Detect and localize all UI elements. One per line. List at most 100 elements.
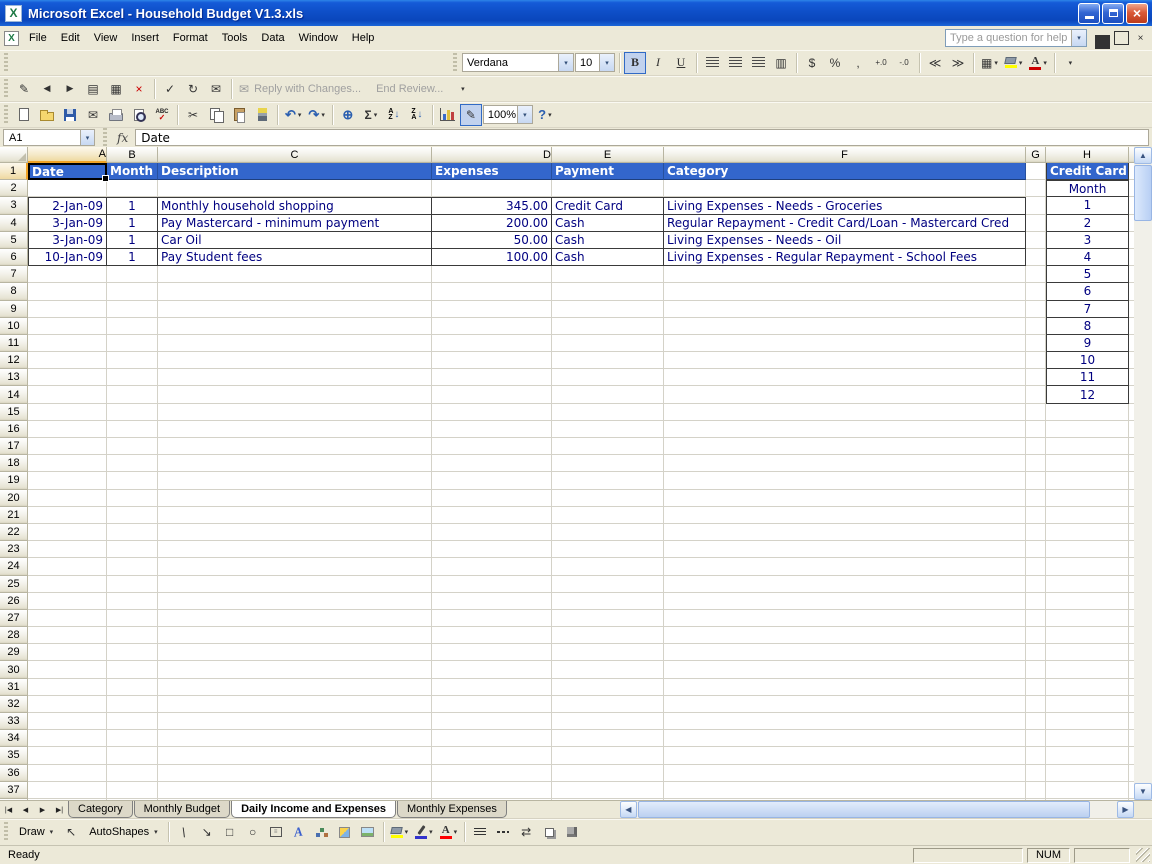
row-header-12[interactable]: 12 xyxy=(0,352,28,369)
cell-G9[interactable] xyxy=(1026,301,1046,318)
cell-D16[interactable] xyxy=(432,421,552,438)
spelling-button[interactable]: ABC✓ xyxy=(151,104,173,126)
font-size-dropdown-icon[interactable]: ▾ xyxy=(599,54,614,71)
cell-G31[interactable] xyxy=(1026,679,1046,696)
cell-D38[interactable] xyxy=(432,799,552,800)
cell-H34[interactable] xyxy=(1046,730,1129,747)
row-header-16[interactable]: 16 xyxy=(0,421,28,438)
cell-F30[interactable] xyxy=(664,661,1026,678)
drawing-toolbar-grip[interactable] xyxy=(4,822,8,842)
cell-F31[interactable] xyxy=(664,679,1026,696)
cut-button[interactable]: ✂ xyxy=(182,104,204,126)
cell-C14[interactable] xyxy=(158,386,432,403)
cell-E13[interactable] xyxy=(552,369,664,386)
cell-H11[interactable]: 9 xyxy=(1046,335,1129,352)
cell-B13[interactable] xyxy=(107,369,158,386)
new-workbook-button[interactable] xyxy=(13,104,35,126)
cell-F2[interactable] xyxy=(664,180,1026,197)
excel-app-icon[interactable]: X xyxy=(5,5,22,22)
cell-E32[interactable] xyxy=(552,696,664,713)
menu-window[interactable]: Window xyxy=(292,28,345,48)
cell-H19[interactable] xyxy=(1046,472,1129,489)
cell-H18[interactable] xyxy=(1046,455,1129,472)
cell-C20[interactable] xyxy=(158,490,432,507)
cell-E33[interactable] xyxy=(552,713,664,730)
reviewing-toolbar-options-button[interactable]: ▾ xyxy=(451,78,473,100)
workbook-close-button[interactable]: × xyxy=(1133,31,1148,45)
cell-A9[interactable] xyxy=(28,301,107,318)
end-review-button[interactable]: End Review... xyxy=(369,78,450,100)
cell-E6[interactable]: Cash xyxy=(552,249,664,266)
align-left-button[interactable] xyxy=(701,52,723,74)
workbook-icon[interactable]: X xyxy=(4,31,19,46)
cell-C3[interactable]: Monthly household shopping xyxy=(158,197,432,214)
cell-F33[interactable] xyxy=(664,713,1026,730)
cell-A23[interactable] xyxy=(28,541,107,558)
cell-C17[interactable] xyxy=(158,438,432,455)
cell-D20[interactable] xyxy=(432,490,552,507)
cell-H17[interactable] xyxy=(1046,438,1129,455)
horizontal-scroll-track[interactable] xyxy=(1091,801,1117,818)
cell-C33[interactable] xyxy=(158,713,432,730)
column-header-D[interactable]: D xyxy=(432,147,552,163)
name-box[interactable]: A1 ▾ xyxy=(3,129,95,146)
cell-D9[interactable] xyxy=(432,301,552,318)
cell-D26[interactable] xyxy=(432,593,552,610)
menu-tools[interactable]: Tools xyxy=(215,28,255,48)
font-name-dropdown-icon[interactable]: ▾ xyxy=(558,54,573,71)
cell-D37[interactable] xyxy=(432,782,552,799)
formula-input[interactable]: Date xyxy=(135,129,1149,146)
cell-G36[interactable] xyxy=(1026,765,1046,782)
row-header-37[interactable]: 37 xyxy=(0,782,28,799)
cell-E3[interactable]: Credit Card xyxy=(552,197,664,214)
cell-D19[interactable] xyxy=(432,472,552,489)
insert-function-icon[interactable]: fx xyxy=(117,131,128,145)
formatting-toolbar-grip[interactable] xyxy=(453,53,457,73)
cell-F6[interactable]: Living Expenses - Regular Repayment - Sc… xyxy=(664,249,1026,266)
cell-G37[interactable] xyxy=(1026,782,1046,799)
cell-H5[interactable]: 3 xyxy=(1046,232,1129,249)
edit-comment-button[interactable]: ✎ xyxy=(13,78,35,100)
show-comment-button[interactable]: ▤ xyxy=(82,78,104,100)
cell-E5[interactable]: Cash xyxy=(552,232,664,249)
cell-C28[interactable] xyxy=(158,627,432,644)
cell-F38[interactable] xyxy=(664,799,1026,800)
cell-G27[interactable] xyxy=(1026,610,1046,627)
cell-G32[interactable] xyxy=(1026,696,1046,713)
column-header-H[interactable]: H xyxy=(1046,147,1129,163)
send-to-mail-recipient-button[interactable]: ✉ xyxy=(205,78,227,100)
cell-H32[interactable] xyxy=(1046,696,1129,713)
cell-B14[interactable] xyxy=(107,386,158,403)
cell-B25[interactable] xyxy=(107,576,158,593)
cell-C23[interactable] xyxy=(158,541,432,558)
align-center-button[interactable] xyxy=(724,52,746,74)
cell-D21[interactable] xyxy=(432,507,552,524)
cell-C35[interactable] xyxy=(158,747,432,764)
cell-F28[interactable] xyxy=(664,627,1026,644)
cell-C19[interactable] xyxy=(158,472,432,489)
cell-G5[interactable] xyxy=(1026,232,1046,249)
draw-menu-button[interactable]: Draw ▾ xyxy=(13,823,59,841)
line-button[interactable]: \ xyxy=(173,821,195,843)
formula-bar-grip[interactable] xyxy=(103,128,107,148)
cell-B19[interactable] xyxy=(107,472,158,489)
fill-color-button[interactable]: ▾ xyxy=(1002,52,1026,74)
cell-B16[interactable] xyxy=(107,421,158,438)
workbook-minimize-button[interactable] xyxy=(1095,31,1110,45)
cell-A26[interactable] xyxy=(28,593,107,610)
cell-A14[interactable] xyxy=(28,386,107,403)
undo-dropdown-icon[interactable]: ▾ xyxy=(298,111,302,119)
cell-A24[interactable] xyxy=(28,558,107,575)
align-right-button[interactable] xyxy=(747,52,769,74)
cell-H20[interactable] xyxy=(1046,490,1129,507)
draw-fill-color-dropdown-icon[interactable]: ▾ xyxy=(405,828,409,836)
row-header-36[interactable]: 36 xyxy=(0,765,28,782)
row-header-7[interactable]: 7 xyxy=(0,266,28,283)
cell-A3[interactable]: 2-Jan-09 xyxy=(28,197,107,214)
cell-G26[interactable] xyxy=(1026,593,1046,610)
font-name-combo[interactable]: Verdana ▾ xyxy=(462,53,574,72)
cell-B34[interactable] xyxy=(107,730,158,747)
cell-A35[interactable] xyxy=(28,747,107,764)
cell-E23[interactable] xyxy=(552,541,664,558)
autosum-dropdown-icon[interactable]: ▾ xyxy=(374,111,378,119)
